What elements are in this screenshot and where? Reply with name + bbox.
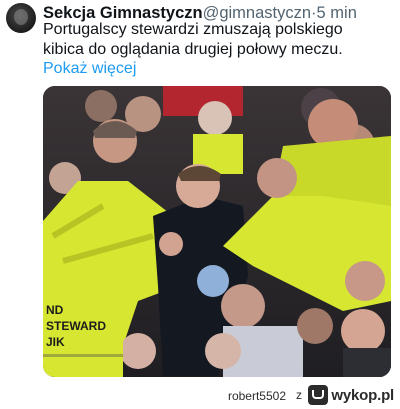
tweet-text: Portugalscy stewardzi zmuszają polskiego… xyxy=(43,21,343,58)
vest-text-line3: JIK xyxy=(46,335,65,349)
footer-connector: z xyxy=(296,388,302,402)
show-more-link[interactable]: Pokaż więcej xyxy=(43,59,136,79)
wykop-logo[interactable]: wykop.pl xyxy=(308,385,394,405)
photo-image: ND STEWARD JIK xyxy=(43,86,391,377)
footer-username[interactable]: robert5502 xyxy=(228,389,286,403)
wykop-brand: wykop.pl xyxy=(331,386,394,404)
author-avatar[interactable] xyxy=(6,3,36,33)
vest-text-line1: ND xyxy=(46,303,64,317)
tweet-photo[interactable]: ND STEWARD JIK xyxy=(43,86,391,377)
watermark-footer: robert5502 z wykop.pl xyxy=(0,382,400,409)
wykop-icon xyxy=(308,385,329,405)
vest-text-line2: STEWARD xyxy=(46,319,106,333)
